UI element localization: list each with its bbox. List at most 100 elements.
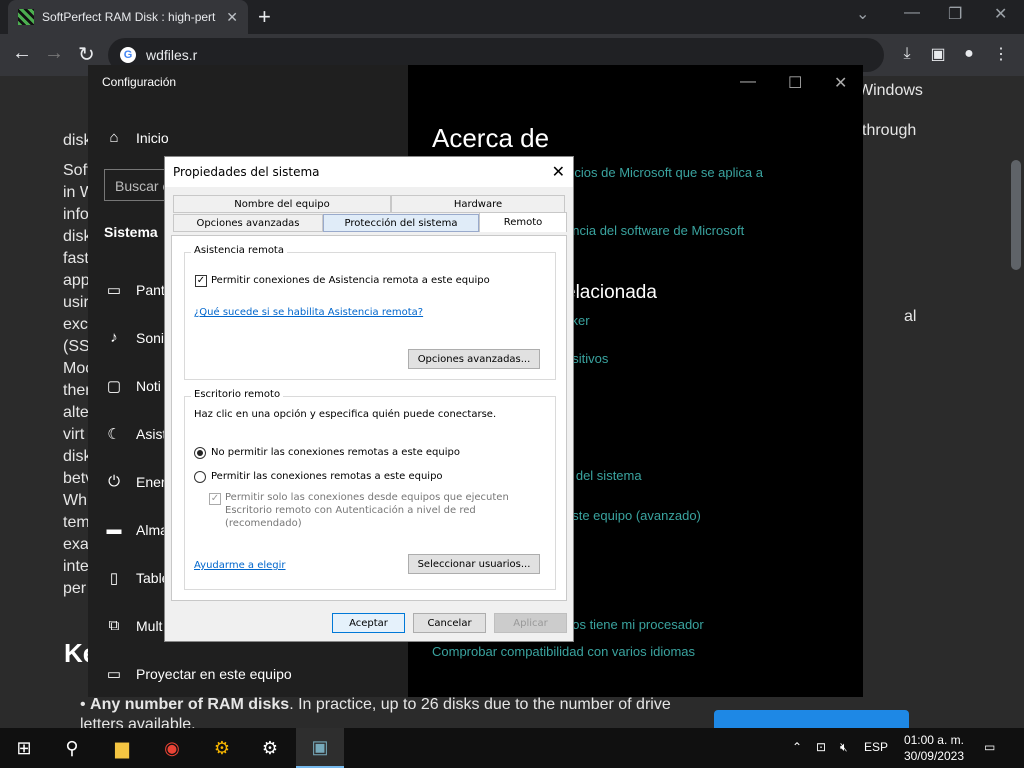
notifications-icon[interactable]: ▭	[984, 740, 995, 754]
speaker-icon: ♪	[110, 329, 118, 346]
computer-icon: ▣	[311, 736, 329, 757]
settings-link[interactable]: vicios de Microsoft que se aplica a	[565, 165, 763, 180]
scrollbar-thumb[interactable]	[1011, 160, 1021, 270]
settings-link[interactable]: eos tiene mi procesador	[565, 617, 704, 632]
tab-computer-name[interactable]: Nombre del equipo	[173, 195, 391, 213]
nav-label: Soni	[136, 329, 165, 346]
settings-link[interactable]: Comprobar compatibilidad con varios idio…	[432, 644, 695, 659]
google-icon: G	[120, 47, 136, 63]
deny-remote-label[interactable]: No permitir las conexiones remotas a est…	[211, 447, 460, 458]
tab-hardware[interactable]: Hardware	[391, 195, 565, 213]
nav-notifications[interactable]: ▢ Noti	[104, 377, 161, 395]
nav-multitasking[interactable]: ⧉ Mult	[104, 617, 163, 634]
download-button[interactable]	[714, 710, 909, 728]
advanced-options-button[interactable]: Opciones avanzadas...	[408, 349, 540, 369]
search-button[interactable]: ⚲	[48, 728, 96, 768]
page-title: Acerca de	[432, 123, 550, 153]
settings-link[interactable]: a del sistema	[565, 468, 642, 483]
article-line: alte	[63, 404, 89, 421]
tab-close-icon[interactable]: ✕	[226, 9, 238, 26]
remote-desktop-instructions: Haz clic en una opción y especifica quié…	[194, 409, 497, 420]
nla-checkbox[interactable]: ✓	[209, 493, 221, 505]
ok-button[interactable]: Aceptar	[332, 613, 405, 633]
tablet-icon: ▯	[109, 570, 119, 587]
tray-chevron-icon[interactable]: ⌃	[792, 740, 802, 754]
settings-maximize-icon[interactable]: ☐	[788, 73, 802, 93]
remote-assistance-label: Asistencia remota	[191, 245, 287, 256]
help-me-choose-link[interactable]: Ayudarme a elegir	[194, 560, 286, 571]
tab-title: SoftPerfect RAM Disk : high-pert	[42, 10, 216, 24]
settings-close-icon[interactable]: ✕	[834, 73, 847, 93]
clock-time: 01:00 a. m.	[903, 733, 964, 747]
nav-storage[interactable]: ▬ Alma	[104, 521, 168, 538]
minimize-icon[interactable]: —	[904, 4, 920, 22]
dialog-title: Propiedades del sistema	[173, 165, 320, 179]
article-line: inte	[63, 558, 89, 575]
windows-logo-icon: ⊞	[16, 737, 32, 758]
remote-assistance-help-link[interactable]: ¿Qué sucede si se habilita Asistencia re…	[194, 307, 423, 318]
volume-icon[interactable]: 🔇︎	[840, 740, 848, 755]
tab-advanced[interactable]: Opciones avanzadas	[173, 214, 323, 232]
select-users-button[interactable]: Seleccionar usuarios...	[408, 554, 540, 574]
back-icon[interactable]: ←	[12, 42, 32, 65]
apply-button[interactable]: Aplicar	[494, 613, 567, 633]
settings-link[interactable]: encia del software de Microsoft	[565, 223, 744, 238]
nav-power[interactable]: ⏻ Ener	[104, 473, 166, 490]
app-button[interactable]: ⚙	[198, 728, 246, 768]
article-line: Whi	[63, 492, 91, 509]
start-button[interactable]: ⊞	[0, 728, 48, 768]
clock[interactable]: 01:00 a. m. 30/09/2023	[904, 732, 964, 764]
deny-remote-radio[interactable]	[194, 447, 206, 459]
tab-system-protection[interactable]: Protección del sistema	[323, 214, 479, 232]
reload-icon[interactable]: ↻	[78, 42, 95, 67]
nla-label-line1: Permitir solo las conexiones desde equip…	[225, 492, 509, 503]
file-explorer-button[interactable]: ▆	[98, 728, 146, 768]
language-indicator[interactable]: ESP	[864, 740, 888, 754]
gear-icon: ⚙	[261, 737, 279, 758]
allow-remote-assistance-checkbox[interactable]: ✓	[195, 275, 207, 287]
article-right-fragment: through	[862, 122, 917, 139]
nav-project[interactable]: ▭ Proyectar en este equipo	[104, 665, 292, 683]
close-window-icon[interactable]: ✕	[994, 4, 1007, 24]
dialog-close-icon[interactable]: ✕	[552, 162, 565, 181]
power-icon: ⏻	[108, 473, 120, 490]
site-favicon-icon	[18, 9, 34, 25]
allow-remote-assistance-label[interactable]: Permitir conexiones de Asistencia remota…	[211, 275, 490, 286]
restore-icon[interactable]: ❐	[948, 4, 962, 24]
article-line: ther	[63, 382, 91, 399]
menu-icon[interactable]: ⋮	[990, 43, 1012, 65]
chrome-button[interactable]: ◉	[148, 728, 196, 768]
nav-label: Proyectar en este equipo	[136, 666, 292, 682]
network-icon[interactable]: ⊡	[816, 740, 826, 754]
tab-search-icon[interactable]: ⌄	[856, 4, 869, 24]
remote-desktop-group: Escritorio remoto Haz clic en una opción…	[184, 389, 556, 590]
tab-remote[interactable]: Remoto	[479, 212, 567, 232]
forward-icon[interactable]: →	[44, 42, 64, 65]
allow-remote-radio[interactable]	[194, 471, 206, 483]
remote-tab-panel: Asistencia remota ✓ Permitir conexiones …	[171, 235, 567, 601]
nav-focus[interactable]: ☾ Asist	[104, 425, 166, 443]
system-properties-button[interactable]: ▣	[296, 728, 344, 768]
nav-display[interactable]: ▭ Pant	[104, 281, 165, 299]
settings-minimize-icon[interactable]: —	[740, 73, 756, 91]
settings-link[interactable]: este equipo (avanzado)	[565, 508, 701, 523]
article-line: app	[63, 272, 90, 289]
related-heading: elacionada	[565, 282, 657, 303]
article-line: per	[63, 580, 87, 597]
article-line: (SS	[63, 338, 90, 355]
article-line: exc	[63, 316, 88, 333]
side-panel-icon[interactable]: ▣	[927, 43, 949, 65]
browser-tab[interactable]: SoftPerfect RAM Disk : high-pert ✕	[8, 0, 248, 34]
nav-home[interactable]: ⌂ Inicio	[104, 129, 168, 146]
download-icon[interactable]: ⤓	[896, 43, 918, 65]
nla-label-line3: (recomendado)	[225, 518, 302, 529]
new-tab-button[interactable]: +	[258, 4, 271, 30]
bullet-bold: Any number of RAM disks	[90, 696, 290, 713]
profile-icon[interactable]: ●	[958, 43, 980, 65]
article-line: usir	[63, 294, 89, 311]
nav-sound[interactable]: ♪ Soni	[104, 329, 164, 346]
nav-tablet[interactable]: ▯ Table	[104, 569, 170, 587]
allow-remote-label[interactable]: Permitir las conexiones remotas a este e…	[211, 471, 443, 482]
cancel-button[interactable]: Cancelar	[413, 613, 486, 633]
settings-button[interactable]: ⚙	[246, 728, 294, 768]
